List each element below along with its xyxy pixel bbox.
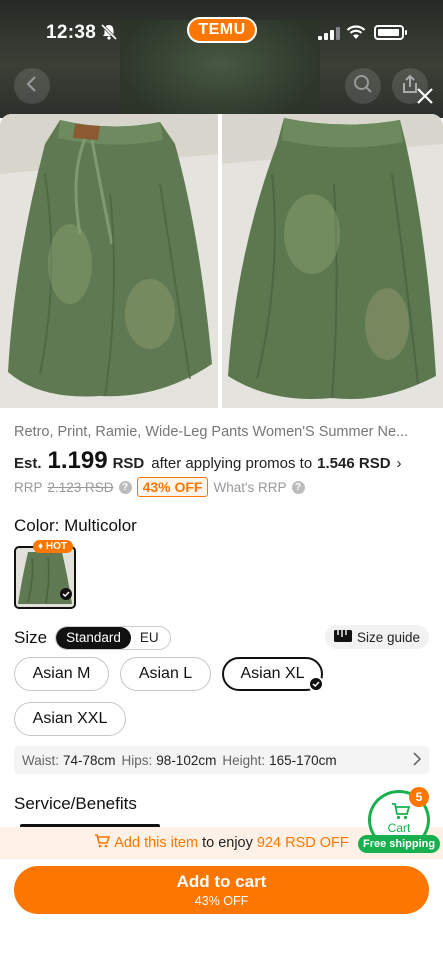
product-image-back[interactable] [222,114,443,408]
hips-value: 98-102cm [156,752,217,768]
product-title[interactable]: Retro, Print, Ramie, Wide-Leg Pants Wome… [14,424,429,440]
rrp-value: 2.123 RSD [47,479,114,495]
size-row: Size Standard EU Size guide [14,625,429,651]
close-icon [416,87,434,110]
size-system-standard[interactable]: Standard [56,627,131,649]
add-to-cart-discount: 43% OFF [194,894,249,908]
chevron-right-icon [413,752,422,769]
search-icon [353,74,373,99]
check-icon [60,587,72,605]
temu-logo: TEMU [187,17,257,43]
size-option-asian-l[interactable]: Asian L [120,657,211,691]
promo-text-amount: 924 RSD OFF [256,835,349,851]
color-swatch-multicolor[interactable] [14,546,76,609]
status-time: 12:38 [46,22,97,43]
size-option-label: Asian XL [240,665,305,682]
search-button[interactable] [345,68,381,104]
whats-rrp-link[interactable]: What's RRP [213,480,286,495]
height-key: Height: [222,752,266,768]
cart-count-badge: 5 [409,787,429,807]
wifi-icon [346,25,366,45]
size-guide-button[interactable]: Size guide [324,625,429,649]
service-benefits-heading: Service/Benefits [14,794,137,813]
promo-text-mid: to enjoy [198,835,257,851]
battery-icon [374,25,407,40]
signal-icon [318,27,340,45]
add-to-cart-label: Add to cart [176,872,267,891]
chevron-left-icon [26,75,38,98]
check-icon [308,676,324,692]
cart-plus-icon [94,834,111,852]
rrp-row: RRP 2.123 RSD ? 43% OFF What's RRP ? [14,476,305,498]
status-bar: 12:38 TEMU [0,0,443,62]
hot-badge: ♦ HOT [33,540,73,553]
price-row[interactable]: Est. 1.199 RSD after applying promos to … [14,447,402,477]
size-option-asian-xxl[interactable]: Asian XXL [14,702,126,736]
bell-slash-icon [100,23,118,45]
size-system-toggle: Standard EU [55,626,171,650]
product-image-front[interactable] [0,114,218,408]
est-label: Est. [14,455,42,472]
close-button[interactable] [411,84,439,112]
add-to-cart-button[interactable]: Add to cart 43% OFF [14,866,429,914]
cart-label: Cart [387,821,411,835]
fire-icon: ♦ [38,541,44,552]
size-system-eu[interactable]: EU [131,627,170,649]
size-option-asian-m[interactable]: Asian M [14,657,109,691]
discount-badge: 43% OFF [136,477,209,497]
question-circle-icon[interactable]: ? [118,480,132,494]
product-gallery [0,114,443,408]
background-page: 12:38 TEMU [0,0,443,118]
price-currency: RSD [112,455,145,472]
waist-value: 74-78cm [63,752,116,768]
measurements-bar[interactable]: Waist: 74-78cm Hips: 98-102cm Height: 16… [14,746,429,774]
height-value: 165-170cm [269,752,337,768]
size-guide-label: Size guide [356,629,420,645]
free-shipping-badge: Free shipping [358,835,441,853]
question-circle-icon[interactable]: ? [291,480,305,494]
size-label: Size [14,628,48,647]
rrp-label: RRP [14,479,43,495]
waist-key: Waist: [22,752,59,768]
promo-text-add: Add this item [114,835,199,851]
chevron-right-icon: › [396,455,402,472]
hips-key: Hips: [121,752,153,768]
price-value: 1.199 [47,447,108,474]
price-after-text: after applying promos to [151,455,313,472]
back-button[interactable] [14,68,50,104]
color-label: Color: Multicolor [14,516,137,535]
price-original: 1.546 RSD [317,455,391,472]
ruler-icon [333,629,352,645]
size-option-asian-xl[interactable]: Asian XL [222,657,324,692]
